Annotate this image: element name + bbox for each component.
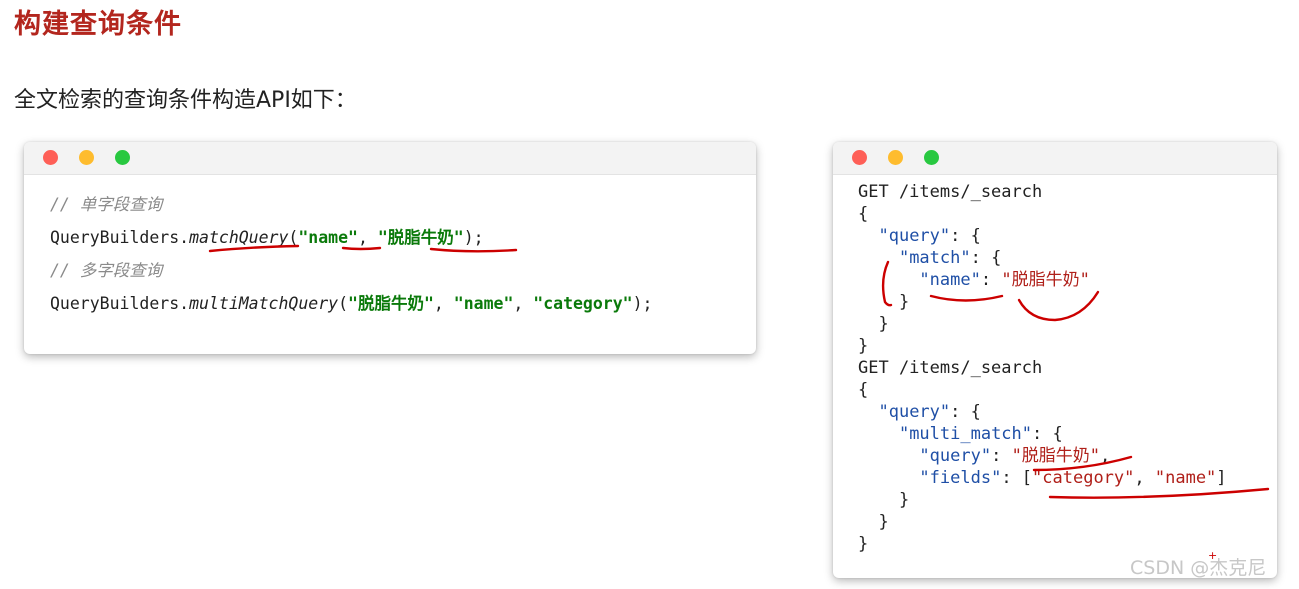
code-method-name: multiMatchQuery	[189, 294, 339, 313]
code-comment-multi-field: // 多字段查询	[50, 261, 163, 280]
maximize-dot-icon	[924, 150, 939, 165]
window-titlebar	[24, 142, 756, 175]
code-punct: ,	[513, 294, 534, 313]
code-class-name: QueryBuilders.	[50, 294, 190, 313]
csdn-watermark: CSDN @杰克尼	[1130, 557, 1267, 579]
code-line-match-query: QueryBuilders.matchQuery("name", "脱脂牛奶")…	[50, 221, 652, 254]
dsl-line: "query": {	[878, 402, 981, 422]
dsl-line: "query": "脱脂牛奶",	[919, 446, 1111, 466]
code-string-arg: "name"	[453, 294, 514, 313]
code-string-arg: "脱脂牛奶"	[377, 228, 464, 247]
window-titlebar	[833, 142, 1277, 175]
code-string-arg: "name"	[298, 228, 358, 247]
code-punct: );	[463, 228, 484, 247]
maximize-dot-icon	[115, 150, 130, 165]
code-comment-single-field: // 单字段查询	[50, 195, 163, 214]
dsl-code-window: GET /items/_search{ "query": { "match": …	[833, 142, 1277, 578]
dsl-line: "query": {	[878, 226, 981, 246]
page-heading: 构建查询条件	[14, 9, 182, 40]
dsl-line: "name": "脱脂牛奶"	[919, 270, 1090, 290]
java-code-block: // 单字段查询 QueryBuilders.matchQuery("name",…	[50, 188, 652, 320]
code-string-arg: "category"	[533, 294, 633, 313]
dsl-string-value: "category"	[1032, 468, 1135, 488]
code-punct: (	[338, 294, 349, 313]
dsl-key: "name"	[919, 270, 981, 290]
code-punct: (	[288, 228, 299, 247]
dsl-brace: }	[858, 490, 910, 510]
dsl-key: "query"	[878, 226, 951, 246]
dsl-key: "multi_match"	[898, 424, 1033, 444]
code-class-name: QueryBuilders.	[50, 228, 190, 247]
dsl-key: "query"	[919, 446, 992, 466]
code-punct: );	[632, 294, 653, 313]
dsl-brace: }	[858, 534, 869, 554]
dsl-brace: {	[858, 204, 869, 224]
code-line-multi-match-query: QueryBuilders.multiMatchQuery("脱脂牛奶", "n…	[50, 287, 652, 320]
java-code-window: // 单字段查询 QueryBuilders.matchQuery("name",…	[24, 142, 756, 354]
dsl-string-value: "脱脂牛奶"	[1011, 446, 1101, 466]
dsl-code-block: GET /items/_search{ "query": { "match": …	[858, 181, 1227, 555]
dsl-brace: }	[858, 292, 910, 312]
dsl-brace: }	[858, 336, 869, 356]
dsl-line: "fields": ["category", "name"]	[919, 468, 1227, 488]
code-punct: ,	[433, 294, 454, 313]
dsl-line: "multi_match": {	[898, 424, 1063, 444]
dsl-key: "match"	[898, 248, 971, 268]
dsl-string-value: "name"	[1154, 468, 1217, 488]
dsl-brace: }	[858, 512, 889, 532]
dsl-request-line: GET /items/_search	[858, 182, 1043, 202]
dsl-request-line: GET /items/_search	[858, 358, 1043, 378]
minimize-dot-icon	[79, 150, 94, 165]
close-dot-icon	[43, 150, 58, 165]
minimize-dot-icon	[888, 150, 903, 165]
dsl-string-value: "脱脂牛奶"	[1001, 270, 1090, 290]
dsl-brace: }	[858, 314, 889, 334]
dsl-brace: {	[858, 380, 869, 400]
dsl-line: "match": {	[898, 248, 1002, 268]
code-string-arg: "脱脂牛奶"	[348, 294, 434, 313]
dsl-key: "fields"	[919, 468, 1002, 488]
dsl-key: "query"	[878, 402, 951, 422]
code-punct: ,	[357, 228, 378, 247]
code-method-name: matchQuery	[189, 228, 289, 247]
intro-text: 全文检索的查询条件构造API如下：	[14, 88, 357, 113]
close-dot-icon	[852, 150, 867, 165]
